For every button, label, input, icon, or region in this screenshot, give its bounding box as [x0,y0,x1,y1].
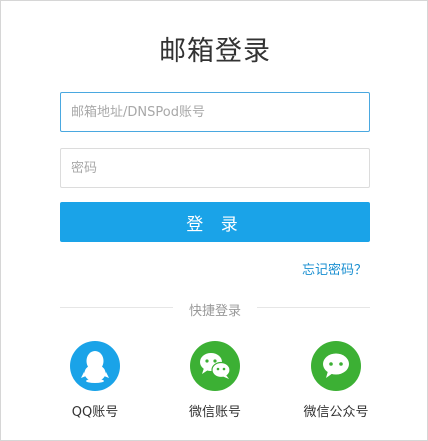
page-title: 邮箱登录 [159,36,271,67]
wechat-public-login-button[interactable]: 微信公众号 [291,341,381,420]
qq-login-label: QQ账号 [71,405,119,420]
login-button[interactable]: 登 录 [60,202,370,242]
divider-right [257,307,370,308]
forgot-password-link[interactable]: 忘记密码？ [302,259,367,278]
quick-login-label: 快捷登录 [188,304,241,319]
qq-penguin-icon [70,341,120,391]
login-panel: 邮箱登录 登 录 忘记密码？ 快捷登录 QQ账号 [0,0,428,441]
qq-login-button[interactable]: QQ账号 [50,341,140,420]
wechat-login-button[interactable]: 微信账号 [170,341,260,420]
wechat-icon [190,341,240,391]
wechat-public-icon [311,341,361,391]
wechat-login-label: 微信账号 [188,405,241,420]
wechat-public-login-label: 微信公众号 [303,405,369,420]
email-field[interactable] [60,92,370,132]
divider-left [60,307,173,308]
password-field[interactable] [60,148,370,188]
